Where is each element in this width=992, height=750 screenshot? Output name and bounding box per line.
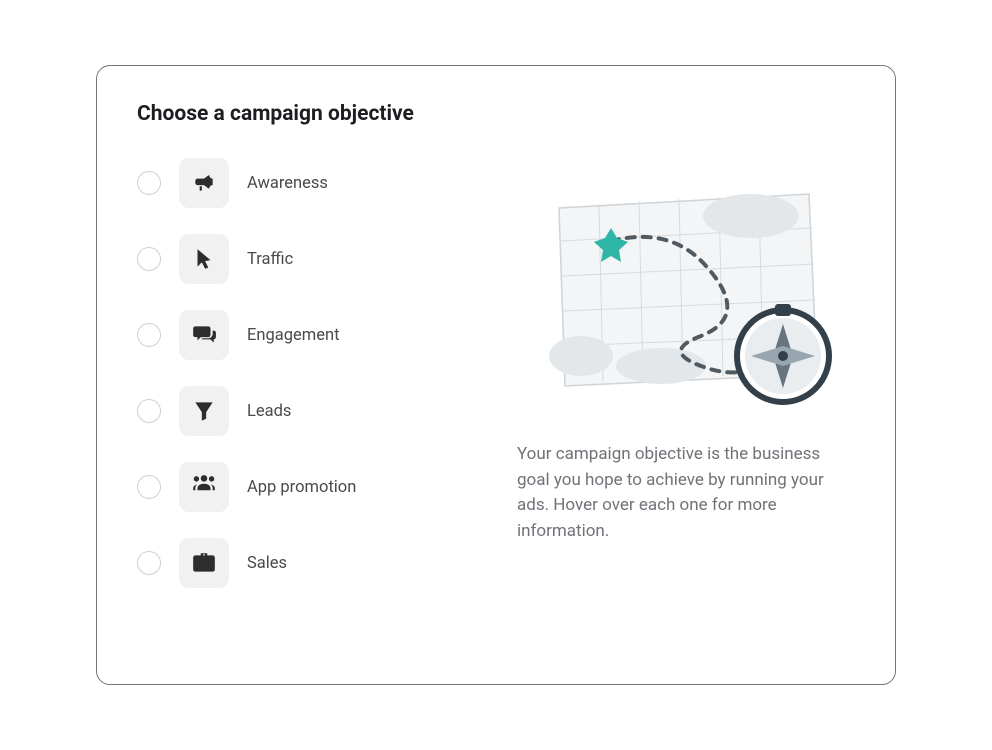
radio-sales[interactable] (137, 551, 161, 575)
objective-option-traffic[interactable]: Traffic (137, 234, 477, 284)
people-icon (179, 462, 229, 512)
option-label: Awareness (247, 174, 328, 193)
content: Awareness Traffic Engagement (137, 158, 855, 648)
radio-leads[interactable] (137, 399, 161, 423)
radio-engagement[interactable] (137, 323, 161, 347)
chat-icon (179, 310, 229, 360)
radio-app-promotion[interactable] (137, 475, 161, 499)
option-label: Leads (247, 402, 291, 421)
objective-option-leads[interactable]: Leads (137, 386, 477, 436)
campaign-objective-panel: Choose a campaign objective Awareness Tr… (96, 65, 896, 685)
option-label: Engagement (247, 326, 339, 345)
funnel-icon (179, 386, 229, 436)
briefcase-icon (179, 538, 229, 588)
panel-title: Choose a campaign objective (137, 102, 855, 126)
objective-option-awareness[interactable]: Awareness (137, 158, 477, 208)
option-label: Sales (247, 554, 287, 573)
cursor-icon (179, 234, 229, 284)
option-label: Traffic (247, 250, 293, 269)
objective-option-engagement[interactable]: Engagement (137, 310, 477, 360)
radio-awareness[interactable] (137, 171, 161, 195)
map-compass-illustration (531, 186, 841, 416)
objective-options: Awareness Traffic Engagement (137, 158, 477, 648)
objective-option-app-promotion[interactable]: App promotion (137, 462, 477, 512)
objective-option-sales[interactable]: Sales (137, 538, 477, 588)
info-text: Your campaign objective is the business … (517, 442, 855, 544)
info-pane: Your campaign objective is the business … (517, 158, 855, 648)
radio-traffic[interactable] (137, 247, 161, 271)
option-label: App promotion (247, 478, 356, 497)
megaphone-icon (179, 158, 229, 208)
